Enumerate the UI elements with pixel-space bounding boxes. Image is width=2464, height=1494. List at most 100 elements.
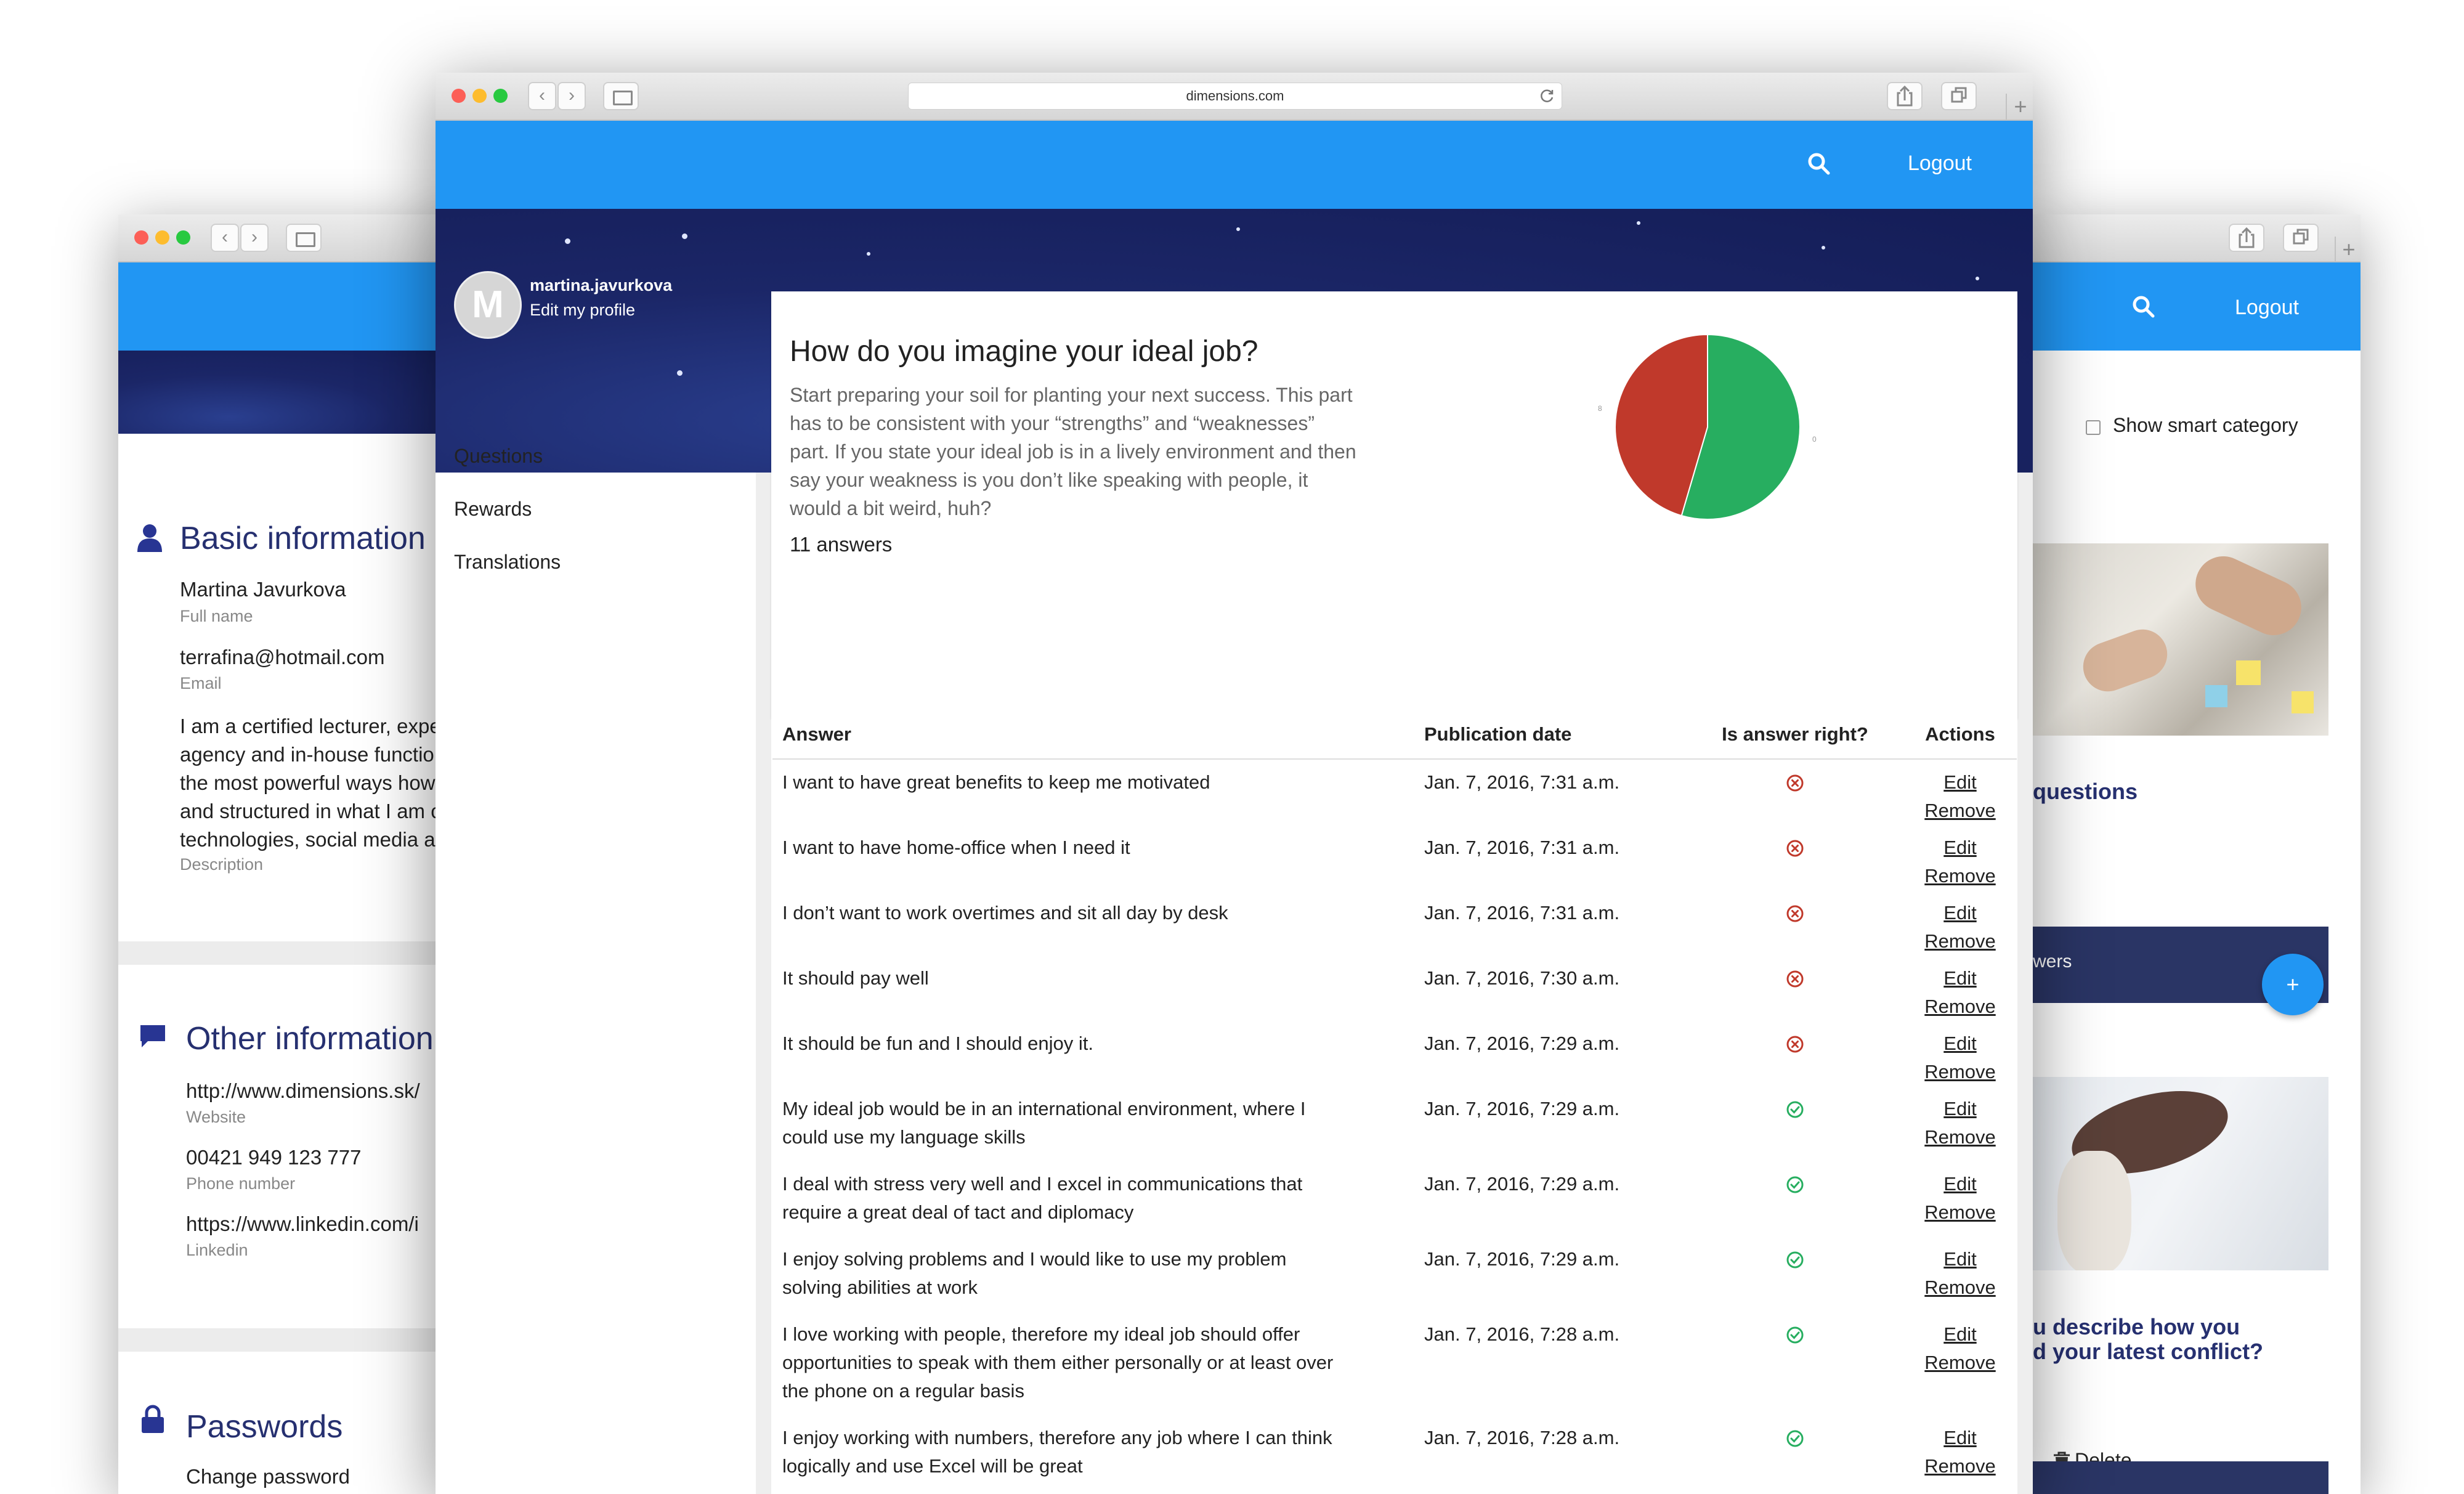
actions-cell: Edit Remove: [1903, 890, 2017, 956]
other-information-heading: Other information: [186, 1021, 434, 1057]
full-name-value: Martina Javurkova: [180, 578, 346, 601]
new-tab-button[interactable]: +: [2335, 237, 2361, 262]
answer-text: I enjoy working with numbers, therefore …: [782, 1427, 1332, 1448]
app-bar: Logout: [2033, 262, 2361, 351]
table-row: It should pay well Jan. 7, 2016, 7:30 a.m…: [772, 956, 2017, 1021]
avatar[interactable]: M: [454, 271, 522, 339]
main-browser-window: ‹ › dimensions.com + Logout M martina.ja…: [436, 73, 2033, 1494]
sidebar-item-questions[interactable]: Questions: [454, 445, 543, 468]
edit-link[interactable]: Edit: [1943, 1033, 1976, 1054]
check-circle-icon: [1786, 1176, 1804, 1193]
sidebar-toggle-button[interactable]: [603, 82, 639, 110]
share-button[interactable]: [2229, 224, 2264, 252]
answers-pie-chart: 80: [1598, 335, 1817, 520]
remove-link[interactable]: Remove: [1924, 800, 1995, 821]
table-row: It should be fun and I should enjoy it. J…: [772, 1021, 2017, 1086]
share-button[interactable]: [1887, 82, 1923, 110]
tabs-button[interactable]: [1941, 82, 1977, 110]
remove-link[interactable]: Remove: [1924, 865, 1995, 887]
remove-link[interactable]: Remove: [1924, 1201, 1995, 1223]
forward-button[interactable]: ›: [557, 82, 586, 110]
browser-toolbar: ‹ ›: [118, 214, 488, 262]
zoom-window-button[interactable]: [493, 89, 508, 103]
edit-link[interactable]: Edit: [1943, 1173, 1976, 1195]
edit-profile-link[interactable]: Edit my profile: [530, 301, 635, 320]
publication-date-cell: Jan. 7, 2016, 7:29 a.m.: [1414, 1021, 1687, 1086]
question-body: Start preparing your soil for planting y…: [790, 384, 1356, 519]
pie-label-left: 8: [1598, 404, 1602, 413]
minimize-window-button[interactable]: [472, 89, 487, 103]
remove-link[interactable]: Remove: [1924, 1352, 1995, 1373]
basic-information-heading: Basic information: [180, 521, 426, 556]
add-button[interactable]: +: [2262, 954, 2324, 1015]
answer-text: I want to have great benefits to keep me…: [782, 771, 1210, 793]
answer-cell: I deal with stress very well and I excel…: [772, 1161, 1414, 1236]
edit-link[interactable]: Edit: [1943, 902, 1976, 924]
remove-link[interactable]: Remove: [1924, 996, 1995, 1017]
edit-link[interactable]: Edit: [1943, 1427, 1976, 1448]
change-password-link[interactable]: Change password: [186, 1465, 350, 1488]
smart-category-checkbox[interactable]: [2086, 420, 2101, 435]
new-tab-button[interactable]: +: [2006, 94, 2033, 120]
remove-link[interactable]: Remove: [1924, 1126, 1995, 1148]
edit-link[interactable]: Edit: [1943, 1098, 1976, 1119]
search-icon[interactable]: [1807, 152, 1831, 176]
publication-date-cell: Jan. 7, 2016, 7:31 a.m.: [1414, 890, 1687, 956]
tabs-button[interactable]: [2283, 224, 2319, 252]
check-circle-icon: [1786, 1251, 1804, 1269]
publication-date-cell: Jan. 7, 2016, 7:27 a.m.: [1414, 1490, 1687, 1494]
remove-link[interactable]: Remove: [1924, 1061, 1995, 1082]
remove-link[interactable]: Remove: [1924, 1455, 1995, 1477]
phone-value: 00421 949 123 777: [186, 1146, 362, 1169]
email-value: terrafina@hotmail.com: [180, 646, 385, 668]
reload-icon[interactable]: [1539, 88, 1555, 104]
close-window-button[interactable]: [134, 230, 148, 245]
email-label: Email: [180, 674, 222, 692]
website-value: http://www.dimensions.sk/: [186, 1079, 420, 1102]
back-button[interactable]: ‹: [528, 82, 556, 110]
publication-date: Jan. 7, 2016, 7:29 a.m.: [1424, 1033, 1620, 1054]
search-icon[interactable]: [2131, 294, 2156, 319]
edit-link[interactable]: Edit: [1943, 837, 1976, 858]
answer-cell: I want to have home-office when I need i…: [772, 825, 1414, 890]
answer-status-cell: [1687, 890, 1903, 956]
answer-text: the phone on a regular basis: [782, 1380, 1024, 1402]
address-bar[interactable]: dimensions.com: [908, 83, 1562, 110]
browser-toolbar: ‹ › dimensions.com +: [436, 73, 2033, 121]
publication-date-cell: Jan. 7, 2016, 7:29 a.m.: [1414, 1236, 1687, 1312]
answer-cell: I enjoy working with numbers, therefore …: [772, 1415, 1414, 1490]
x-circle-icon: [1786, 970, 1804, 988]
publication-date-cell: Jan. 7, 2016, 7:28 a.m.: [1414, 1312, 1687, 1415]
logout-button[interactable]: Logout: [2235, 296, 2299, 320]
edit-link[interactable]: Edit: [1943, 967, 1976, 989]
publication-date: Jan. 7, 2016, 7:31 a.m.: [1424, 902, 1620, 924]
remove-link[interactable]: Remove: [1924, 930, 1995, 952]
answer-text: could use my language skills: [782, 1126, 1026, 1148]
app-bar: Logout: [436, 121, 2033, 209]
back-button[interactable]: ‹: [211, 224, 239, 252]
sidebar-toggle-button[interactable]: [286, 224, 322, 252]
edit-link[interactable]: Edit: [1943, 1248, 1976, 1270]
linkedin-value: https://www.linkedin.com/i: [186, 1212, 419, 1235]
publication-date-cell: Jan. 7, 2016, 7:31 a.m.: [1414, 759, 1687, 825]
publication-date-cell: Jan. 7, 2016, 7:28 a.m.: [1414, 1415, 1687, 1490]
phone-label: Phone number: [186, 1174, 296, 1193]
table-row: I like when goals are stated clearlyJan.…: [772, 1490, 2017, 1494]
close-window-button[interactable]: [452, 89, 466, 103]
full-name-label: Full name: [180, 607, 253, 625]
share-icon: [1897, 85, 1913, 107]
forward-button[interactable]: ›: [240, 224, 269, 252]
description-value: I am a certified lecturer, expe agency a…: [180, 715, 441, 851]
logout-button[interactable]: Logout: [1908, 152, 1972, 176]
minimize-window-button[interactable]: [155, 230, 169, 245]
zoom-window-button[interactable]: [176, 230, 190, 245]
answer-status-cell: [1687, 1086, 1903, 1161]
linkedin-label: Linkedin: [186, 1241, 248, 1259]
edit-link[interactable]: Edit: [1943, 771, 1976, 793]
remove-link[interactable]: Remove: [1924, 1277, 1995, 1298]
sidebar-item-translations[interactable]: Translations: [454, 551, 561, 574]
publication-date-cell: Jan. 7, 2016, 7:29 a.m.: [1414, 1161, 1687, 1236]
description-label: Description: [180, 855, 264, 874]
edit-link[interactable]: Edit: [1943, 1323, 1976, 1345]
sidebar-item-rewards[interactable]: Rewards: [454, 498, 532, 521]
